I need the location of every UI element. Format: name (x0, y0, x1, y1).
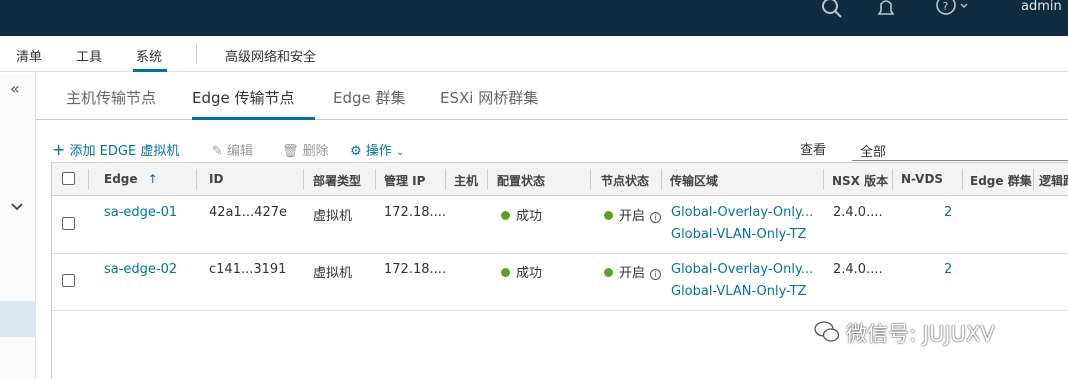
success-status-icon (501, 211, 510, 220)
bell-icon[interactable] (876, 0, 896, 23)
svg-text:?: ? (943, 0, 949, 13)
edge-id: 42a1...427e (209, 205, 287, 220)
nvds-count-link[interactable]: 2 (944, 262, 952, 277)
nvds-count-link[interactable]: 2 (944, 205, 952, 220)
management-ip: 172.18.... (384, 262, 447, 277)
pencil-icon: ✎ (212, 144, 223, 159)
view-filter-select[interactable]: 全部 (860, 141, 886, 160)
delete-button[interactable]: 🗑 删除 (282, 140, 329, 159)
tab-edge-transport-nodes[interactable]: Edge 传输节点 (192, 87, 295, 108)
user-menu[interactable]: admin (1021, 0, 1062, 14)
up-status-icon (604, 268, 613, 277)
nav-active-indicator (133, 69, 167, 72)
view-filter-label: 查看 (800, 143, 827, 158)
gear-icon: ⚙ (350, 144, 362, 159)
column-header-logical-router[interactable]: 逻辑路 (1039, 172, 1068, 189)
column-header-config-state[interactable]: 配置状态 (497, 172, 545, 189)
row-checkbox[interactable] (62, 274, 75, 287)
view-filter-underline (852, 160, 1068, 161)
success-status-icon (501, 268, 510, 277)
deploy-type: 虚拟机 (313, 266, 353, 281)
tab-edge-clusters[interactable]: Edge 群集 (333, 87, 406, 108)
nsx-version: 2.4.0.... (833, 205, 883, 220)
nav-divider (196, 45, 197, 63)
table-row[interactable]: sa-edge-02 c141...3191 虚拟机 172.18.... 成功… (52, 254, 1068, 311)
actions-menu-button[interactable]: ⚙ 操作 ⌄ (350, 140, 404, 159)
select-all-checkbox[interactable] (62, 172, 75, 185)
column-header-host[interactable]: 主机 (454, 172, 478, 189)
column-header-id[interactable]: ID (209, 172, 223, 186)
sidebar: « (0, 73, 36, 379)
node-status: 开启 i (604, 205, 662, 224)
table-row[interactable]: sa-edge-01 42a1...427e 虚拟机 172.18.... 成功… (52, 197, 1068, 254)
row-checkbox[interactable] (62, 217, 75, 230)
transport-zone-link[interactable]: Global-VLAN-Only-TZ (671, 284, 806, 299)
info-icon[interactable]: i (650, 269, 662, 280)
tab-host-transport-nodes[interactable]: 主机传输节点 (66, 87, 156, 108)
column-header-mgmt-ip[interactable]: 管理 IP (384, 172, 425, 189)
column-header-transport-zones[interactable]: 传输区域 (670, 172, 718, 189)
tab-bar: 主机传输节点 Edge 传输节点 Edge 群集 ESXi 网桥群集 (36, 73, 1068, 120)
edge-id: c141...3191 (209, 262, 287, 277)
tab-active-indicator (192, 117, 315, 120)
edge-name-link[interactable]: sa-edge-01 (104, 205, 177, 220)
edge-name-link[interactable]: sa-edge-02 (104, 262, 177, 277)
plus-icon: + (52, 140, 66, 159)
management-ip: 172.18.... (384, 205, 447, 220)
up-status-icon (604, 211, 613, 220)
deploy-type: 虚拟机 (313, 209, 353, 224)
help-icon[interactable]: ? (936, 0, 970, 23)
wechat-logo-icon (814, 321, 840, 342)
config-state: 成功 (501, 205, 542, 224)
tab-esxi-bridge-clusters[interactable]: ESXi 网桥群集 (440, 87, 538, 108)
table-header: Edge ↑ ID 部署类型 管理 IP 主机 配置状态 节点状态 传输区域 N… (52, 163, 1068, 196)
nav-tools[interactable]: 工具 (76, 46, 102, 65)
column-header-edge[interactable]: Edge ↑ (104, 172, 158, 186)
chevron-down-icon: ⌄ (395, 147, 405, 158)
trash-icon: 🗑 (282, 144, 299, 159)
nav-system[interactable]: 系统 (136, 46, 162, 65)
edit-button[interactable]: ✎ 编辑 (212, 140, 253, 159)
watermark-text: 微信号: JUJUXV (846, 322, 995, 346)
chevron-down-icon[interactable] (10, 201, 24, 215)
transport-zone-link[interactable]: Global-Overlay-Only... (671, 262, 813, 277)
column-header-nvds[interactable]: N-VDS (901, 172, 943, 186)
top-header-bar: ? admin (0, 0, 1068, 36)
main-navigation: 清单 工具 系统 高级网络和安全 (0, 36, 1068, 72)
column-header-edge-cluster[interactable]: Edge 群集 (970, 172, 1032, 189)
add-edge-vm-button[interactable]: + 添加 EDGE 虚拟机 (52, 140, 179, 159)
column-header-node-status[interactable]: 节点状态 (601, 172, 649, 189)
nav-inventory[interactable]: 清单 (16, 46, 42, 65)
nsx-version: 2.4.0.... (833, 262, 883, 277)
sort-ascending-icon: ↑ (147, 172, 158, 186)
column-header-nsx-version[interactable]: NSX 版本 (832, 172, 888, 189)
transport-zone-link[interactable]: Global-Overlay-Only... (671, 205, 813, 220)
sidebar-selected-item[interactable] (0, 301, 36, 337)
node-status: 开启 i (604, 262, 662, 281)
config-state: 成功 (501, 262, 542, 281)
collapse-sidebar-icon[interactable]: « (10, 79, 20, 98)
column-header-deploy-type[interactable]: 部署类型 (313, 172, 361, 189)
search-icon[interactable] (821, 0, 843, 23)
info-icon[interactable]: i (650, 212, 662, 223)
nav-advanced-networking[interactable]: 高级网络和安全 (225, 46, 316, 65)
transport-zone-link[interactable]: Global-VLAN-Only-TZ (671, 227, 806, 242)
